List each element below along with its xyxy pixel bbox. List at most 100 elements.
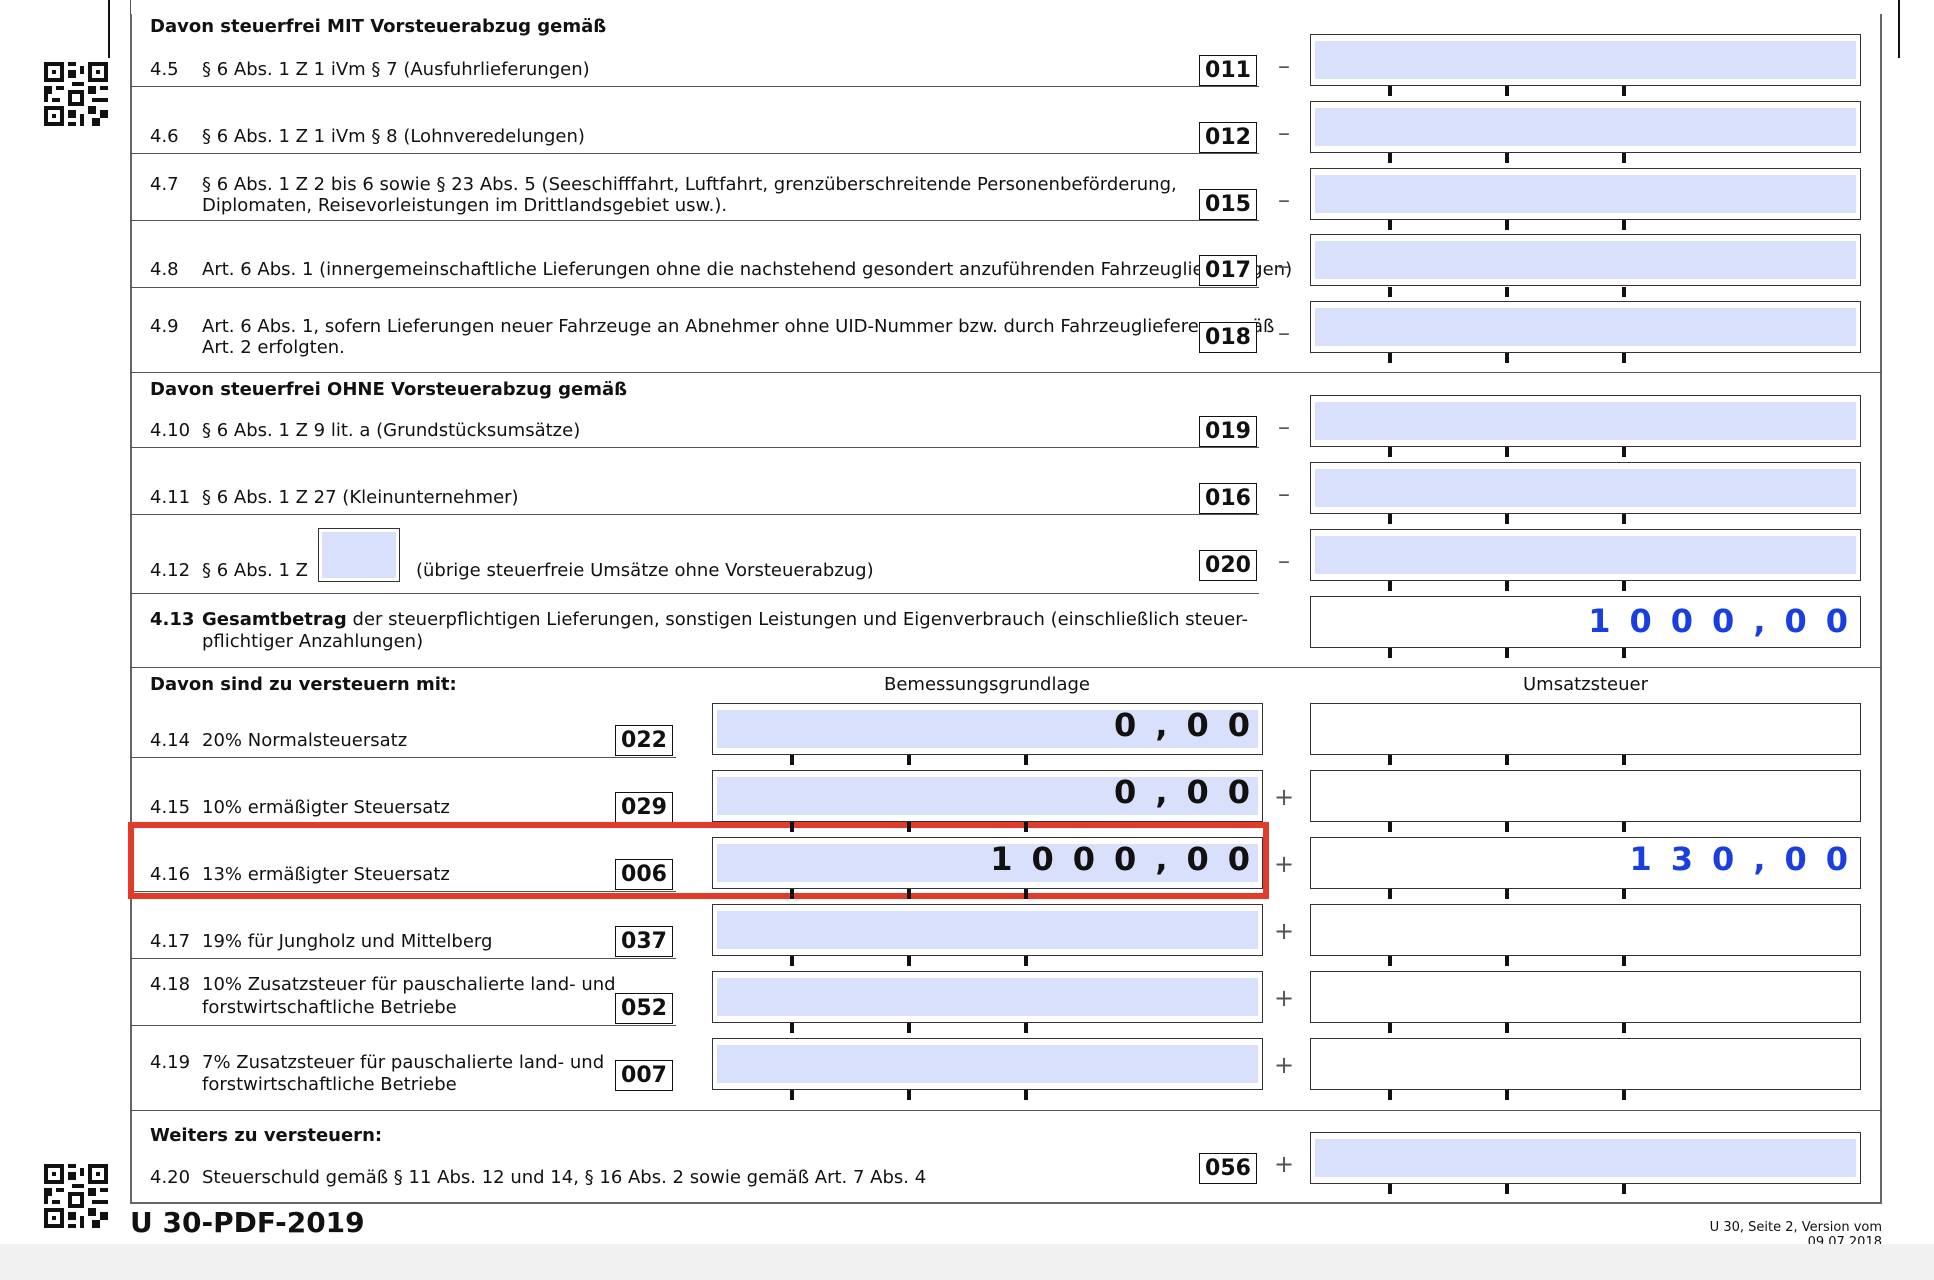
base-field-022[interactable]: 0,00 [712,703,1263,755]
tax-field-007[interactable] [1310,1038,1861,1090]
input-field-020[interactable] [1310,529,1861,581]
tick-mark [1622,581,1626,591]
tick-mark [1505,353,1509,363]
tick-mark [1505,755,1509,765]
row-number: 4.18 [150,974,191,995]
row-text: 7% Zusatzsteuer für pauschalierte land- … [202,1052,605,1073]
tick-mark [790,956,794,966]
field-fill [1315,1139,1856,1177]
tick-mark [1622,447,1626,457]
row-divider [130,447,1259,448]
field-code-019: 019 [1199,416,1257,447]
row-text: 10% ermäßigter Steuersatz [202,797,450,818]
field-fill [1315,175,1856,213]
tick-mark [1505,581,1509,591]
section-divider [130,667,1882,668]
section-heading-mit: Davon steuerfrei MIT Vorsteuerabzug gemä… [150,16,607,37]
row-text: § 6 Abs. 1 Z 1 iVm § 8 (Lohnveredelungen… [202,126,585,147]
tick-mark [907,889,911,899]
tick-mark [907,1090,911,1100]
tick-mark [1622,1023,1626,1033]
row-divider [130,220,1259,221]
left-edge-mark [108,0,110,58]
total-value: 1000,00 [1588,602,1867,640]
base-field-029[interactable]: 0,00 [712,770,1263,822]
tick-mark [1505,447,1509,457]
tick-mark [907,755,911,765]
tick-mark [1388,1023,1392,1033]
tick-mark [1388,822,1392,832]
plus-sign: + [1274,1051,1295,1079]
row-divider [130,958,676,959]
section-heading-ohne: Davon steuerfrei OHNE Vorsteuerabzug gem… [150,379,628,400]
minus-sign: – [1278,119,1290,147]
tax-field-052[interactable] [1310,971,1861,1023]
row-text: § 6 Abs. 1 Z 27 (Kleinunternehmer) [202,487,519,508]
input-field-017[interactable] [1310,234,1861,286]
total-field[interactable]: 1000,00 [1310,596,1861,648]
tick-mark [1388,353,1392,363]
row-divider [130,593,1259,594]
input-field-012[interactable] [1310,101,1861,153]
tick-mark [1388,889,1392,899]
tick-mark [1622,514,1626,524]
tick-mark [1388,956,1392,966]
field-code-052: 052 [615,993,673,1024]
minus-sign: – [1278,480,1290,508]
base-field-007[interactable] [712,1038,1263,1090]
tick-mark [1622,287,1626,297]
tax-field-037[interactable] [1310,904,1861,956]
tick-mark [790,1023,794,1033]
tax-field-006[interactable]: 130,00 [1310,837,1861,889]
field-fill [1315,241,1856,279]
tick-mark [1622,353,1626,363]
tick-mark [1024,956,1028,966]
tick-mark [1622,755,1626,765]
input-field-016[interactable] [1310,462,1861,514]
section-divider [130,1110,1882,1111]
minus-sign: – [1278,186,1290,214]
tick-mark [1505,956,1509,966]
plus-sign: + [1274,783,1295,811]
total-text-line2: pflichtiger Anzahlungen) [202,631,424,652]
base-value: 0,00 [1114,773,1269,811]
plus-sign: + [1274,1150,1295,1178]
input-field-056[interactable] [1310,1132,1861,1184]
tick-mark [1024,755,1028,765]
tax-field-022[interactable] [1310,703,1861,755]
column-header-tax: Umsatzsteuer [1522,674,1648,695]
base-field-037[interactable] [712,904,1263,956]
row-number: 4.19 [150,1052,191,1073]
tick-mark [1505,889,1509,899]
row-text: § 6 Abs. 1 Z [202,560,308,581]
row-number: 4.20 [150,1167,191,1188]
field-fill [1315,41,1856,79]
z-number-input[interactable] [318,528,400,582]
row-text: § 6 Abs. 1 Z 1 iVm § 7 (Ausfuhrlieferung… [202,59,590,80]
input-field-019[interactable] [1310,395,1861,447]
field-code-020: 020 [1199,550,1257,581]
frame-top-left [130,0,131,14]
tax-field-029[interactable] [1310,770,1861,822]
field-fill [322,532,396,578]
input-field-018[interactable] [1310,301,1861,353]
section-heading-weiters: Weiters zu versteuern: [150,1125,383,1146]
field-fill [1315,308,1856,346]
row-number: 4.8 [150,259,179,280]
base-field-052[interactable] [712,971,1263,1023]
base-value: 0,00 [1114,706,1269,744]
tick-mark [1505,220,1509,230]
row-text-after: (übrige steuerfreie Umsätze ohne Vorsteu… [416,560,874,581]
tick-mark [1024,889,1028,899]
field-code-012: 012 [1199,122,1257,153]
qr-code-bottom [44,1164,108,1228]
input-field-015[interactable] [1310,168,1861,220]
input-field-011[interactable] [1310,34,1861,86]
tick-mark [1505,287,1509,297]
tick-mark [1622,153,1626,163]
tick-mark [790,822,794,832]
field-code-022: 022 [615,725,673,756]
minus-sign: – [1278,319,1290,347]
row-number: 4.6 [150,126,179,147]
tick-mark [1388,648,1392,658]
